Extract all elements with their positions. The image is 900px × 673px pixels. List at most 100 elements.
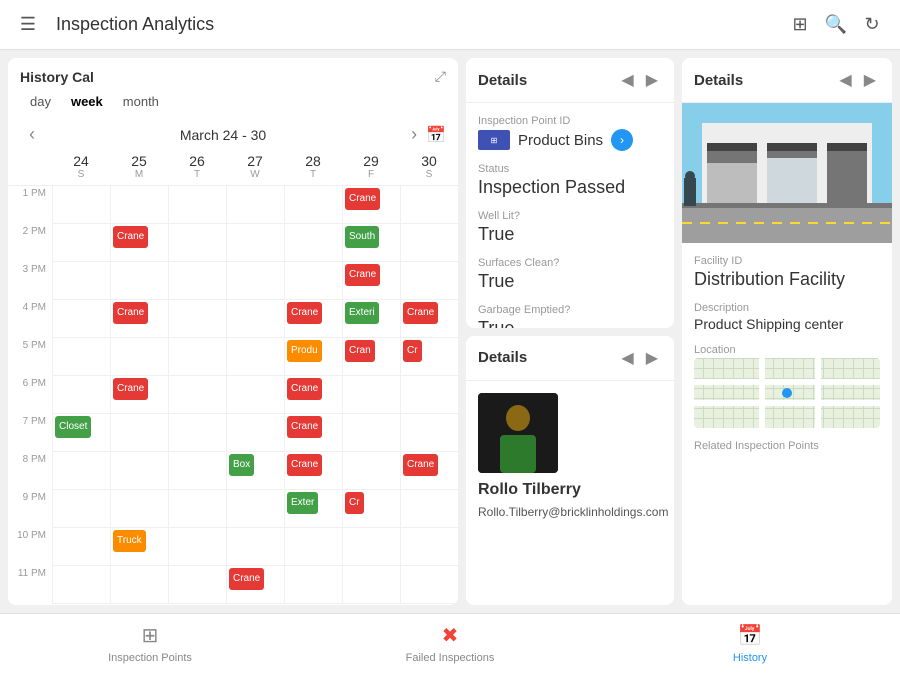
event-exteri-4pm-fri[interactable]: Exteri [345, 302, 379, 324]
search-icon[interactable]: 🔍 [824, 13, 848, 37]
cell-11pm-thu[interactable] [284, 566, 342, 604]
event-crane-8pm-thu[interactable]: Crane [287, 454, 322, 476]
cell-10pm-thu[interactable] [284, 528, 342, 566]
cell-7pm-thu[interactable]: Crane [284, 414, 342, 452]
cell-8pm-mon[interactable] [110, 452, 168, 490]
cell-1pm-thu[interactable] [284, 186, 342, 224]
cell-3pm-sat[interactable] [400, 262, 458, 300]
cell-6pm-thu[interactable]: Crane [284, 376, 342, 414]
cell-5pm-sun[interactable] [52, 338, 110, 376]
cell-9pm-sat[interactable] [400, 490, 458, 528]
calendar-icon[interactable]: 📅 [426, 125, 446, 145]
event-crane-6pm-mon[interactable]: Crane [113, 378, 148, 400]
event-crane-6pm-thu[interactable]: Crane [287, 378, 322, 400]
cell-3pm-tue[interactable] [168, 262, 226, 300]
grid-icon[interactable]: ⊞ [788, 13, 812, 37]
map-placeholder[interactable] [694, 358, 880, 428]
cell-4pm-tue[interactable] [168, 300, 226, 338]
event-crane-2pm-mon[interactable]: Crane [113, 226, 148, 248]
cell-7pm-sat[interactable] [400, 414, 458, 452]
cell-5pm-thu[interactable]: Produ [284, 338, 342, 376]
nav-inspection-points[interactable]: ⊞ Inspection Points [0, 614, 300, 673]
cell-7pm-wed[interactable] [226, 414, 284, 452]
cell-3pm-sun[interactable] [52, 262, 110, 300]
cell-2pm-sun[interactable] [52, 224, 110, 262]
cell-10pm-tue[interactable] [168, 528, 226, 566]
cell-1pm-fri[interactable]: Crane [342, 186, 400, 224]
event-closet-7pm-sun[interactable]: Closet [55, 416, 91, 438]
cell-10pm-sun[interactable] [52, 528, 110, 566]
cell-4pm-thu[interactable]: Crane [284, 300, 342, 338]
cell-2pm-mon[interactable]: Crane [110, 224, 168, 262]
cell-6pm-fri[interactable] [342, 376, 400, 414]
cell-8pm-wed[interactable]: Box [226, 452, 284, 490]
event-crane-7pm-thu[interactable]: Crane [287, 416, 322, 438]
refresh-icon[interactable]: ↻ [860, 13, 884, 37]
expand-icon[interactable]: ⤢ [435, 68, 446, 85]
cell-1pm-tue[interactable] [168, 186, 226, 224]
cell-10pm-sat[interactable] [400, 528, 458, 566]
cell-10pm-mon[interactable]: Truck [110, 528, 168, 566]
cell-2pm-sat[interactable] [400, 224, 458, 262]
cell-8pm-tue[interactable] [168, 452, 226, 490]
cell-8pm-fri[interactable] [342, 452, 400, 490]
event-crane-11pm-wed[interactable]: Crane [229, 568, 264, 590]
cell-2pm-wed[interactable] [226, 224, 284, 262]
cell-9pm-mon[interactable] [110, 490, 168, 528]
event-cr-5pm-sat[interactable]: Cr [403, 340, 422, 362]
tab-month[interactable]: month [113, 91, 169, 112]
cell-11pm-sat[interactable] [400, 566, 458, 604]
cell-6pm-tue[interactable] [168, 376, 226, 414]
cell-6pm-mon[interactable]: Crane [110, 376, 168, 414]
cell-9pm-tue[interactable] [168, 490, 226, 528]
cell-2pm-tue[interactable] [168, 224, 226, 262]
event-crane-3pm-fri[interactable]: Crane [345, 264, 380, 286]
cell-5pm-tue[interactable] [168, 338, 226, 376]
cell-9pm-thu[interactable]: Exter [284, 490, 342, 528]
cell-1pm-mon[interactable] [110, 186, 168, 224]
cell-10pm-wed[interactable] [226, 528, 284, 566]
event-crane-1pm-fri[interactable]: Crane [345, 188, 380, 210]
event-produ-5pm-thu[interactable]: Produ [287, 340, 322, 362]
cell-1pm-sat[interactable] [400, 186, 458, 224]
cell-11pm-wed[interactable]: Crane [226, 566, 284, 604]
go-button[interactable]: › [611, 129, 633, 151]
nav-failed-inspections[interactable]: ✖ Failed Inspections [300, 614, 600, 673]
cell-4pm-sun[interactable] [52, 300, 110, 338]
nav-history[interactable]: 📅 History [600, 614, 900, 673]
event-box-8pm-wed[interactable]: Box [229, 454, 254, 476]
cell-7pm-tue[interactable] [168, 414, 226, 452]
next-week-button[interactable]: › [402, 124, 426, 145]
cell-9pm-fri[interactable]: Cr [342, 490, 400, 528]
cell-7pm-sun[interactable]: Closet [52, 414, 110, 452]
cell-11pm-fri[interactable] [342, 566, 400, 604]
cell-3pm-wed[interactable] [226, 262, 284, 300]
event-south-2pm-fri[interactable]: South [345, 226, 379, 248]
cell-7pm-fri[interactable] [342, 414, 400, 452]
tab-day[interactable]: day [20, 91, 61, 112]
cell-3pm-thu[interactable] [284, 262, 342, 300]
cell-3pm-mon[interactable] [110, 262, 168, 300]
event-crane-4pm-thu[interactable]: Crane [287, 302, 322, 324]
menu-icon[interactable]: ☰ [16, 13, 40, 37]
event-truck-10pm-mon[interactable]: Truck [113, 530, 146, 552]
tab-week[interactable]: week [61, 91, 113, 112]
cell-8pm-sat[interactable]: Crane [400, 452, 458, 490]
cell-11pm-sun[interactable] [52, 566, 110, 604]
details-prev-person[interactable]: ◀ [617, 346, 637, 370]
cell-11pm-mon[interactable] [110, 566, 168, 604]
event-crane-4pm-mon[interactable]: Crane [113, 302, 148, 324]
event-exter-9pm-thu[interactable]: Exter [287, 492, 318, 514]
cell-1pm-sun[interactable] [52, 186, 110, 224]
cell-10pm-fri[interactable] [342, 528, 400, 566]
cell-4pm-fri[interactable]: Exteri [342, 300, 400, 338]
cell-5pm-wed[interactable] [226, 338, 284, 376]
cell-9pm-wed[interactable] [226, 490, 284, 528]
cell-1pm-wed[interactable] [226, 186, 284, 224]
cell-2pm-thu[interactable] [284, 224, 342, 262]
details-next-top[interactable]: ▶ [642, 68, 662, 92]
event-crane-5pm-fri[interactable]: Cran [345, 340, 375, 362]
facility-prev-btn[interactable]: ◀ [835, 68, 855, 92]
cell-9pm-sun[interactable] [52, 490, 110, 528]
cell-5pm-mon[interactable] [110, 338, 168, 376]
